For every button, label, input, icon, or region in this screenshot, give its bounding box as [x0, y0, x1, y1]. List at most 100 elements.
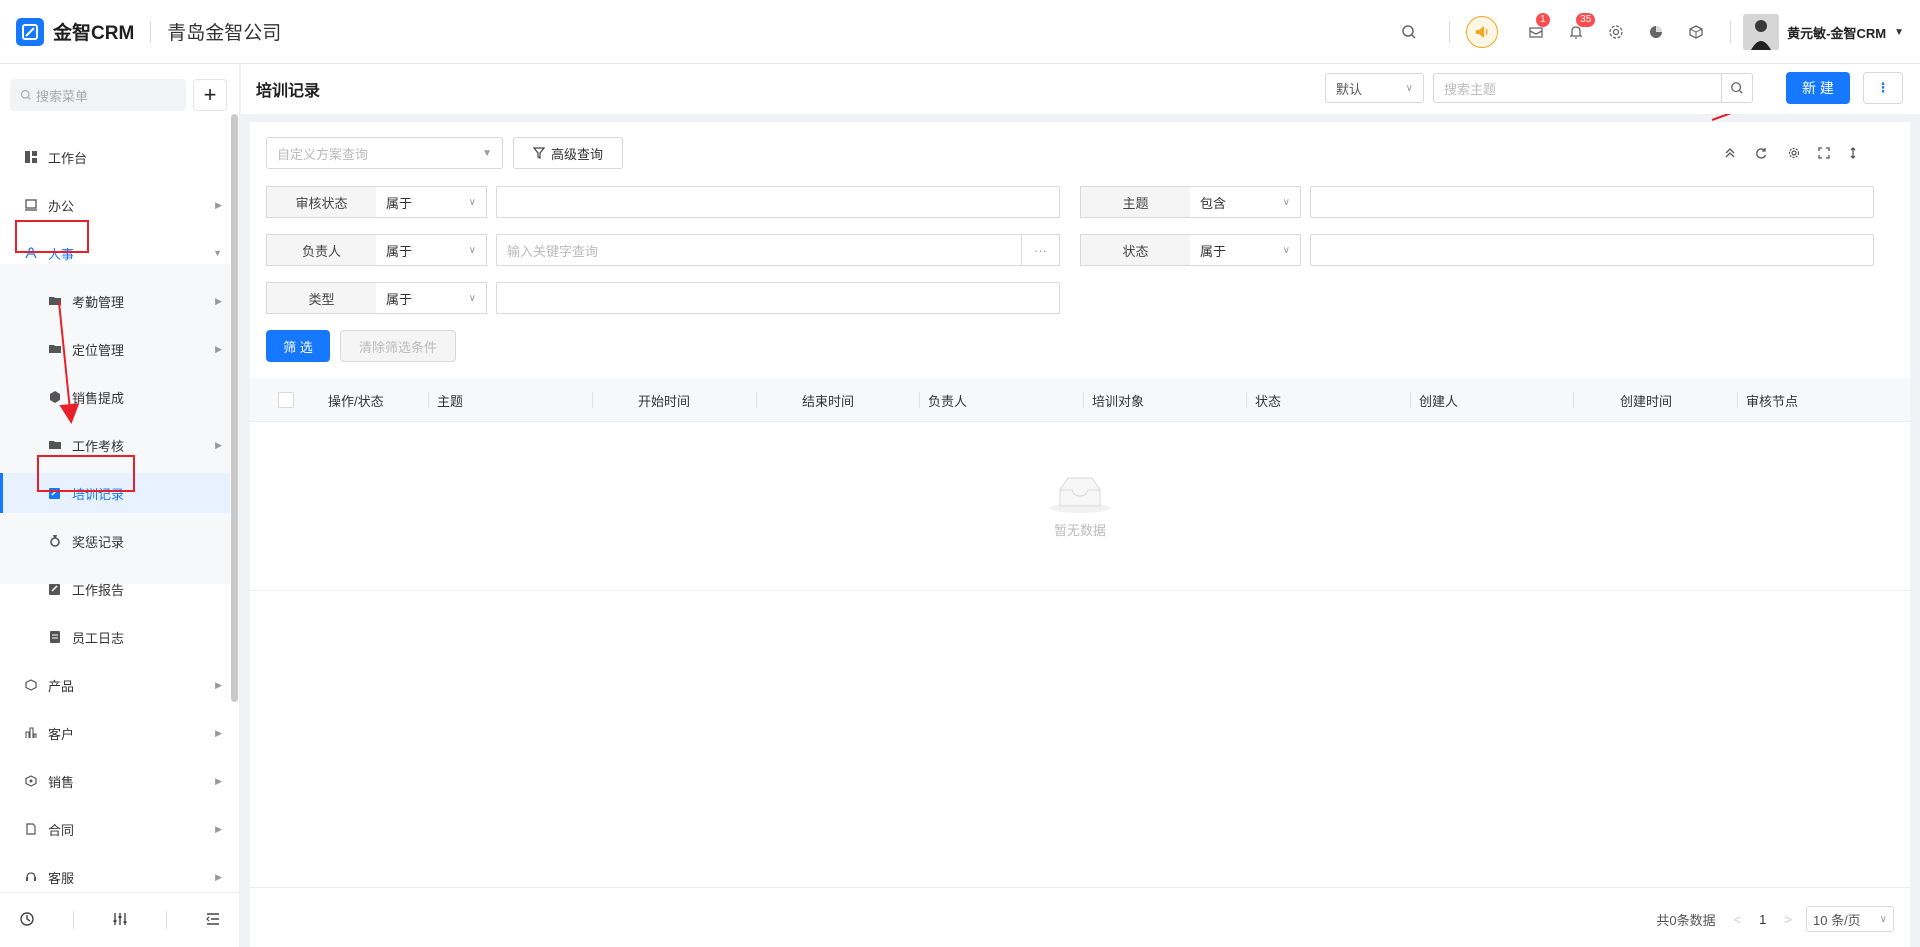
settings-sliders-icon[interactable] — [112, 911, 128, 930]
company-name[interactable]: 青岛金智公司 — [167, 18, 281, 45]
page-size-select[interactable]: 10 条/页 ∨ — [1806, 906, 1894, 932]
sidebar-item-sales[interactable]: 销售 ▶ — [0, 761, 230, 801]
sidebar-item-attendance[interactable]: 考勤管理 ▶ — [0, 281, 230, 321]
sidebar-item-label: 合同 — [48, 822, 75, 838]
sidebar-item-label: 工作考核 — [72, 438, 125, 454]
sidebar-item-label: 客服 — [48, 870, 75, 886]
avatar[interactable] — [1743, 14, 1780, 50]
select-all-checkbox[interactable] — [278, 378, 294, 422]
topic-search-placeholder: 搜索主题 — [1444, 81, 1497, 97]
more-actions-button[interactable]: ⋮ — [1863, 72, 1903, 104]
filter-value-audit-status[interactable] — [496, 186, 1060, 218]
sidebar-item-log[interactable]: 员工日志 — [0, 617, 230, 657]
filter-op-value: 属于 — [386, 195, 413, 211]
sidebar-footer — [0, 892, 240, 947]
filter-op-value: 包含 — [1200, 195, 1227, 211]
search-icon[interactable] — [1399, 22, 1419, 42]
column-header[interactable]: 负责人 — [928, 378, 967, 422]
user-name[interactable]: 黄元敏-金智CRM — [1787, 23, 1886, 42]
filter-value-status[interactable] — [1310, 234, 1874, 266]
filter-op-status[interactable]: 属于 ∨ — [1190, 234, 1301, 266]
filter-button[interactable]: 筛 选 — [266, 330, 330, 362]
view-select[interactable]: 默认 ∨ — [1325, 73, 1424, 103]
medal-icon — [48, 534, 62, 548]
column-header[interactable]: 结束时间 — [802, 378, 854, 422]
pie-chart-icon[interactable] — [1646, 22, 1666, 42]
annotation-box — [37, 455, 135, 492]
column-header[interactable]: 开始时间 — [638, 378, 690, 422]
collapse-up-icon[interactable] — [1722, 145, 1738, 161]
clear-filter-button[interactable]: 清除筛选条件 — [340, 330, 456, 362]
current-page[interactable]: 1 — [1759, 912, 1766, 927]
divider — [166, 911, 167, 929]
filter-op-type[interactable]: 属于 ∨ — [376, 282, 487, 314]
filter-op-owner[interactable]: 属于 ∨ — [376, 234, 487, 266]
column-header[interactable]: 创建人 — [1419, 378, 1458, 422]
sidebar-item-label: 员工日志 — [72, 630, 125, 646]
sidebar-item-report[interactable]: 工作报告 — [0, 569, 230, 609]
column-header[interactable]: 培训对象 — [1092, 378, 1144, 422]
filter-value-type[interactable] — [496, 282, 1060, 314]
column-header[interactable]: 创建时间 — [1620, 378, 1672, 422]
cube-icon[interactable] — [1686, 22, 1706, 42]
filter-value-topic[interactable] — [1310, 186, 1874, 218]
column-header[interactable]: 主题 — [437, 378, 463, 422]
sidebar-item-contract[interactable]: 合同 ▶ — [0, 809, 230, 849]
brand-name: 金智CRM — [53, 23, 135, 44]
sidebar-scrollbar[interactable] — [231, 114, 238, 702]
sidebar-item-workbench[interactable]: 工作台 — [0, 137, 230, 177]
sidebar-item-commission[interactable]: 销售提成 — [0, 377, 230, 417]
chevron-down-icon: ∨ — [1282, 196, 1290, 208]
sidebar-item-label: 客户 — [48, 726, 75, 742]
chevron-right-icon: ▶ — [215, 679, 222, 690]
service-icon — [24, 870, 38, 884]
sidebar-item-office[interactable]: 办公 ▶ — [0, 185, 230, 225]
sidebar-item-rewards[interactable]: 奖惩记录 — [0, 521, 230, 561]
menu-search-input[interactable]: 搜索菜单 — [10, 79, 186, 111]
chevron-right-icon: ▶ — [215, 199, 222, 210]
mail-icon[interactable]: 1 — [1526, 13, 1550, 42]
column-header[interactable]: 状态 — [1255, 378, 1281, 422]
brand-logo[interactable]: 金智CRM — [16, 17, 135, 46]
history-icon[interactable] — [19, 911, 35, 930]
column-header[interactable]: 操作/状态 — [328, 378, 384, 422]
new-button[interactable]: 新 建 — [1786, 72, 1850, 104]
advanced-query-button[interactable]: 高级查询 — [513, 137, 623, 169]
user-menu-chevron-down-icon[interactable]: ▼ — [1894, 27, 1904, 38]
folder-icon — [48, 342, 62, 356]
fullscreen-icon[interactable] — [1816, 145, 1832, 161]
empty-text: 暂无数据 — [1053, 523, 1106, 538]
next-page-button[interactable]: > — [1784, 912, 1792, 927]
filter-op-audit-status[interactable]: 属于 ∨ — [376, 186, 487, 218]
gear-icon[interactable] — [1606, 22, 1626, 42]
column-separator — [1246, 392, 1247, 408]
divider — [73, 911, 74, 929]
sidebar-item-customer[interactable]: 客户 ▶ — [0, 713, 230, 753]
sidebar-item-service[interactable]: 客服 ▶ — [0, 857, 230, 897]
advanced-query-label: 高级查询 — [550, 146, 603, 162]
sidebar-item-label: 定位管理 — [72, 342, 125, 358]
add-menu-button[interactable]: + — [193, 79, 227, 111]
filter-op-topic[interactable]: 包含 ∨ — [1190, 186, 1301, 218]
prev-page-button[interactable]: < — [1734, 912, 1742, 927]
settings-icon[interactable] — [1786, 145, 1802, 161]
column-separator — [428, 392, 429, 408]
row-height-icon[interactable] — [1845, 145, 1861, 161]
refresh-icon[interactable] — [1753, 145, 1769, 161]
collapse-menu-icon[interactable] — [205, 911, 221, 930]
sidebar-item-product[interactable]: 产品 ▶ — [0, 665, 230, 705]
column-header[interactable]: 审核节点 — [1746, 378, 1798, 422]
owner-picker-button[interactable]: ··· — [1021, 234, 1060, 266]
announcement-icon[interactable] — [1466, 16, 1499, 48]
chevron-down-icon: ∨ — [1405, 82, 1413, 94]
sidebar-item-location[interactable]: 定位管理 ▶ — [0, 329, 230, 369]
topic-search-input[interactable]: 搜索主题 — [1433, 73, 1722, 103]
bell-icon[interactable]: 35 — [1566, 13, 1596, 42]
report-icon — [48, 582, 62, 596]
filter-value-owner[interactable]: 输入关键字查询 — [496, 234, 1022, 266]
divider — [150, 20, 152, 43]
column-separator — [1083, 392, 1084, 408]
sidebar-item-label: 工作报告 — [72, 582, 125, 598]
search-button[interactable] — [1721, 73, 1753, 103]
scheme-select[interactable]: 自定义方案查询 ▼ — [266, 137, 503, 169]
